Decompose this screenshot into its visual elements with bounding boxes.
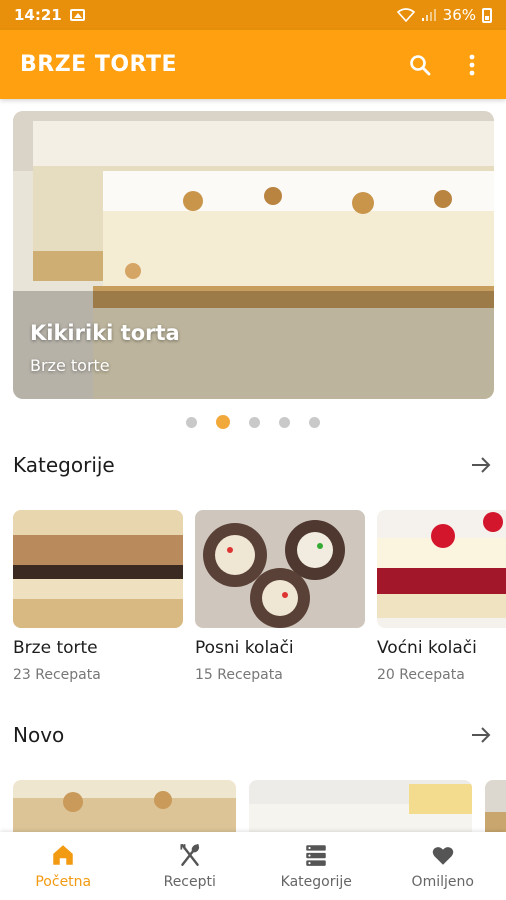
arrow-right-icon[interactable] — [469, 723, 493, 747]
category-card[interactable]: Voćni kolači 20 Recepata — [377, 510, 506, 683]
more-options-button[interactable] — [458, 51, 486, 79]
category-count: 15 Recepata — [195, 667, 283, 683]
nav-item-home[interactable]: Početna — [0, 832, 127, 900]
utensils-icon — [180, 844, 199, 866]
nav-label: Početna — [35, 874, 92, 890]
carousel-dot[interactable] — [186, 416, 197, 428]
new-recipe-card[interactable] — [249, 780, 472, 832]
hero-title: Kikiriki torta — [30, 321, 180, 345]
status-right: 36% — [396, 6, 492, 24]
new-title: Novo — [13, 723, 65, 747]
hero-carousel[interactable]: Kikiriki torta Brze torte — [13, 111, 494, 399]
home-icon — [53, 845, 73, 865]
nav-item-favorites[interactable]: Omiljeno — [380, 832, 506, 900]
categories-header: Kategorije — [13, 453, 493, 477]
new-recipe-image — [249, 780, 472, 832]
nav-item-categories[interactable]: Kategorije — [253, 832, 380, 900]
search-button[interactable] — [406, 51, 434, 79]
category-image — [195, 510, 365, 628]
more-vert-icon — [469, 54, 475, 75]
battery-percent: 36% — [442, 6, 476, 24]
categories-title: Kategorije — [13, 453, 115, 477]
bottom-navigation: Početna Recepti Kategorije Omiljeno — [0, 832, 506, 900]
heart-icon — [432, 847, 454, 865]
hero-subtitle: Brze torte — [30, 356, 110, 375]
carousel-dot[interactable] — [249, 416, 260, 428]
carousel-dot[interactable] — [309, 416, 320, 428]
signal-icon — [421, 9, 436, 21]
nav-label: Recepti — [163, 874, 216, 890]
carousel-dot[interactable] — [279, 416, 290, 428]
app-title: BRZE TORTE — [20, 52, 178, 77]
app-actions — [406, 51, 486, 79]
gallery-notification-icon — [69, 9, 85, 21]
category-name: Posni kolači — [195, 638, 294, 658]
new-recipe-card[interactable] — [13, 780, 236, 832]
status-time: 14:21 — [14, 6, 62, 24]
list-icon — [306, 845, 326, 866]
carousel-dot-active[interactable] — [216, 415, 230, 429]
battery-icon — [482, 7, 492, 23]
new-recipe-image — [13, 780, 236, 832]
new-header: Novo — [13, 723, 493, 747]
category-name: Brze torte — [13, 638, 98, 658]
nav-label: Omiljeno — [411, 874, 474, 890]
status-bar: 14:21 36% — [0, 0, 506, 30]
wifi-icon — [396, 8, 415, 22]
new-recipe-image — [485, 780, 506, 832]
category-count: 23 Recepata — [13, 667, 101, 683]
category-image — [13, 510, 183, 628]
category-image — [377, 510, 506, 628]
carousel-indicator — [0, 415, 506, 429]
category-card[interactable]: Posni kolači 15 Recepata — [195, 510, 365, 683]
new-recipe-card[interactable] — [485, 780, 506, 832]
search-icon — [410, 54, 431, 75]
nav-item-recipes[interactable]: Recepti — [127, 832, 254, 900]
app-bar: BRZE TORTE — [0, 30, 506, 99]
category-name: Voćni kolači — [377, 638, 477, 658]
nav-label: Kategorije — [280, 874, 352, 890]
category-card[interactable]: Brze torte 23 Recepata — [13, 510, 183, 683]
arrow-right-icon[interactable] — [469, 453, 493, 477]
category-count: 20 Recepata — [377, 667, 465, 683]
